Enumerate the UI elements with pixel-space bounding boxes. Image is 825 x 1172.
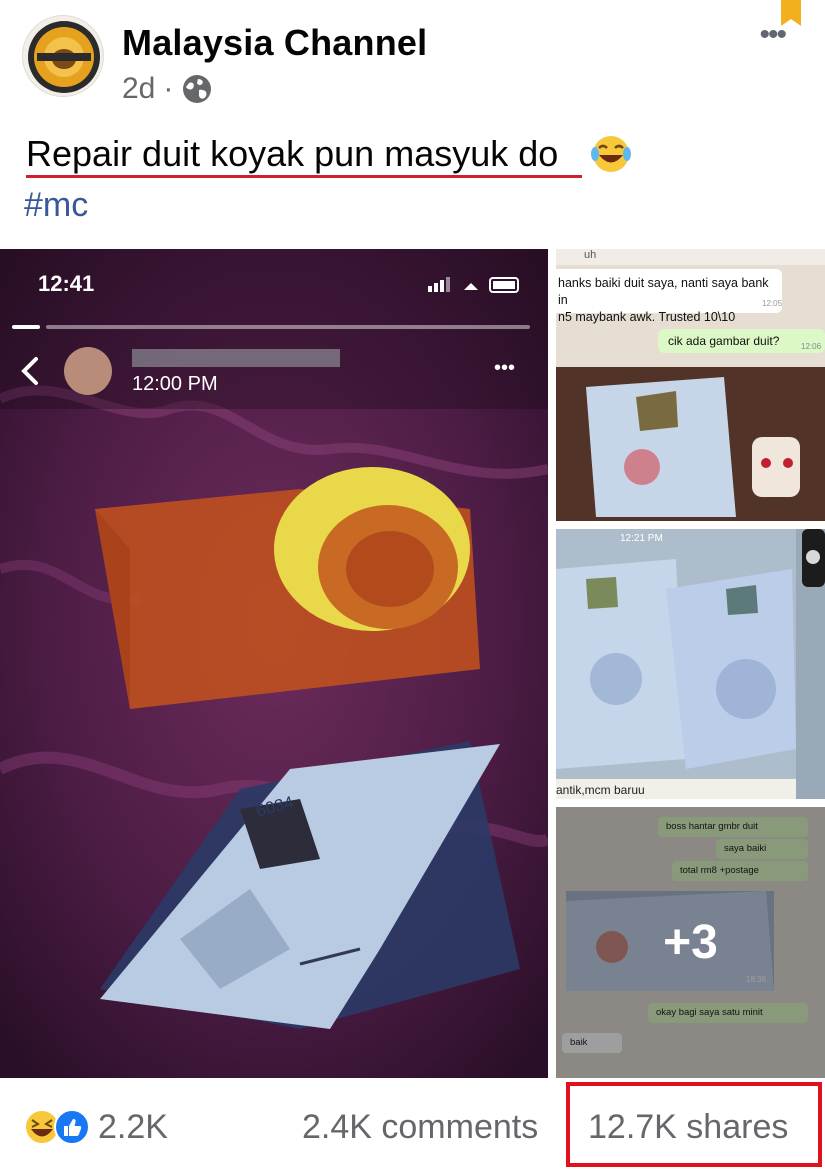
blurred-avatar xyxy=(64,347,112,395)
story-more-icon: ••• xyxy=(494,357,516,379)
more-photos-overlay[interactable]: +3 xyxy=(556,807,825,1078)
story-time: 12:00 PM xyxy=(132,373,218,395)
thumb1-chat-name: uh xyxy=(556,249,825,265)
shares-highlight-box xyxy=(566,1082,822,1167)
photo-thumbnail-2[interactable]: 12:21 PM antik,mcm baruu xyxy=(556,529,825,799)
page-avatar[interactable] xyxy=(22,15,104,97)
globe-icon xyxy=(183,75,212,103)
story-status-time: 12:41 xyxy=(38,271,95,296)
thumb1-incoming-time: 12:05 xyxy=(762,299,783,308)
thumb1-outgoing-time: 12:06 xyxy=(801,342,822,351)
post-time[interactable]: 2d xyxy=(122,72,155,106)
post-main-photo[interactable]: 12:41 12:00 PM ••• 6034 xyxy=(0,249,548,1078)
blurred-username xyxy=(132,349,340,367)
thumb1-outgoing-message: cik ada gambar duit? xyxy=(658,329,825,353)
photo-thumbnail-1[interactable]: uh hanks baiki duit saya, nanti saya ban… xyxy=(556,249,825,521)
post-caption: Repair duit koyak pun masyuk do xyxy=(26,133,559,174)
status-bar-icons xyxy=(428,277,519,293)
thumb2-banknotes-image xyxy=(556,529,825,799)
meta-separator: · xyxy=(163,72,174,105)
hashtag-link[interactable]: #mc xyxy=(24,186,88,225)
page-name-link[interactable]: Malaysia Channel xyxy=(122,22,427,64)
reaction-count[interactable]: 2.2K xyxy=(98,1108,168,1147)
thumb1-banknote-image xyxy=(556,367,825,521)
bookmark-icon[interactable] xyxy=(781,0,801,26)
back-chevron-icon xyxy=(21,357,38,385)
caption-highlight-underline xyxy=(26,175,582,178)
comments-count-link[interactable]: 2.4K comments xyxy=(302,1108,538,1147)
post-meta: 2d · xyxy=(122,72,213,106)
like-icon xyxy=(54,1109,90,1145)
thumb2-caption: antik,mcm baruu xyxy=(556,783,645,797)
thumb2-status-time: 12:21 PM xyxy=(620,533,663,544)
haha-icon xyxy=(24,1109,60,1145)
reaction-icons[interactable] xyxy=(24,1108,92,1151)
thumb1-incoming-message: hanks baiki duit saya, nanti saya bank i… xyxy=(556,269,782,324)
face-with-tears-of-joy-icon xyxy=(591,136,631,172)
malaysia-channel-logo-icon xyxy=(28,21,100,93)
